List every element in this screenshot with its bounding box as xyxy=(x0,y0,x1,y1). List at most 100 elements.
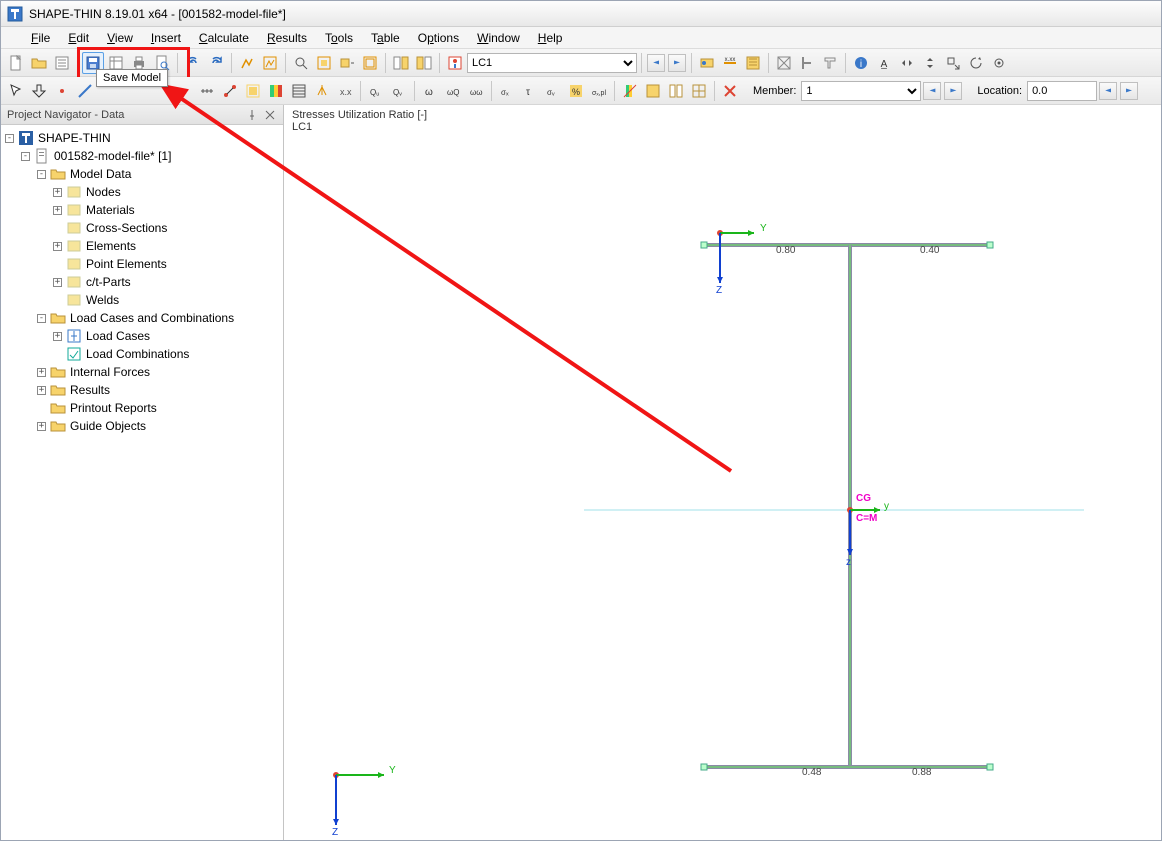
tree-expander[interactable]: - xyxy=(37,170,46,179)
legend-button[interactable] xyxy=(619,80,641,102)
location-prev-button[interactable]: ◄ xyxy=(1099,82,1117,100)
menu-view[interactable]: View xyxy=(99,29,141,47)
info-button[interactable]: i xyxy=(850,52,872,74)
tree-item[interactable]: +Load Cases xyxy=(3,327,281,345)
location-input[interactable] xyxy=(1027,81,1097,101)
mirror-h-icon[interactable] xyxy=(896,52,918,74)
tree-item[interactable]: +Nodes xyxy=(3,183,281,201)
qu-button[interactable]: Qᵤ xyxy=(365,80,387,102)
tree-expander[interactable]: - xyxy=(21,152,30,161)
section-button[interactable] xyxy=(819,52,841,74)
show-whole-button[interactable] xyxy=(313,52,335,74)
deform-button[interactable] xyxy=(242,80,264,102)
ratio-button[interactable]: % xyxy=(565,80,587,102)
result-values-button[interactable] xyxy=(742,52,764,74)
tree-item[interactable]: +c/t-Parts xyxy=(3,273,281,291)
line-button[interactable] xyxy=(74,80,96,102)
lc-prev-button[interactable]: ◄ xyxy=(647,54,665,72)
tree-item[interactable]: +Results xyxy=(3,381,281,399)
tau-button[interactable]: τ xyxy=(519,80,541,102)
iso-button[interactable]: x.x xyxy=(334,80,356,102)
weld-button[interactable] xyxy=(796,52,818,74)
omega2-button[interactable]: ωQ xyxy=(442,80,464,102)
tree-expander[interactable]: + xyxy=(53,332,62,341)
sigma-v-button[interactable]: σᵥ xyxy=(542,80,564,102)
tree-expander[interactable]: - xyxy=(5,134,14,143)
calculate-button[interactable] xyxy=(236,52,258,74)
tree-expander[interactable]: + xyxy=(53,242,62,251)
node-settings-button[interactable] xyxy=(988,52,1010,74)
tree-item[interactable]: Point Elements xyxy=(3,255,281,273)
qv-button[interactable]: Qᵥ xyxy=(388,80,410,102)
open-button[interactable] xyxy=(28,52,50,74)
menu-file[interactable]: File xyxy=(23,29,58,47)
lc-select[interactable]: LC1 xyxy=(467,53,637,73)
scale-icon[interactable] xyxy=(942,52,964,74)
lc-next-button[interactable]: ► xyxy=(668,54,686,72)
results-panel-button[interactable] xyxy=(642,80,664,102)
contour-button[interactable] xyxy=(265,80,287,102)
menu-options[interactable]: Options xyxy=(410,29,467,47)
window-toggle-button[interactable] xyxy=(359,52,381,74)
tree-item[interactable]: Printout Reports xyxy=(3,399,281,417)
k-button[interactable]: A̲ xyxy=(873,52,895,74)
omega3-button[interactable]: ωω xyxy=(465,80,487,102)
redo-button[interactable] xyxy=(205,52,227,74)
arrows-button[interactable] xyxy=(311,80,333,102)
tree-item[interactable]: Welds xyxy=(3,291,281,309)
red-x-button[interactable] xyxy=(719,80,741,102)
menu-tools[interactable]: Tools xyxy=(317,29,361,47)
tables-right-button[interactable] xyxy=(413,52,435,74)
tree-item[interactable]: +Guide Objects xyxy=(3,417,281,435)
texture-button[interactable] xyxy=(288,80,310,102)
navigator-close-icon[interactable] xyxy=(263,108,277,122)
tree-item[interactable]: +Internal Forces xyxy=(3,363,281,381)
member-prev-button[interactable]: ◄ xyxy=(923,82,941,100)
measure-button[interactable] xyxy=(196,80,218,102)
tree-item[interactable]: Cross-Sections xyxy=(3,219,281,237)
tree-expander[interactable]: + xyxy=(53,188,62,197)
tree-expander[interactable]: + xyxy=(53,278,62,287)
zoom-all-button[interactable] xyxy=(290,52,312,74)
omega-button[interactable]: ω xyxy=(419,80,441,102)
menu-table[interactable]: Table xyxy=(363,29,408,47)
undo-button[interactable] xyxy=(182,52,204,74)
tree-expander[interactable]: + xyxy=(37,386,46,395)
member-select[interactable]: 1 xyxy=(801,81,921,101)
menu-help[interactable]: Help xyxy=(530,29,571,47)
tree-item[interactable]: -001582-model-file* [1] xyxy=(3,147,281,165)
sigma-x-button[interactable]: σₓ xyxy=(496,80,518,102)
node-button[interactable] xyxy=(51,80,73,102)
menu-edit[interactable]: Edit xyxy=(60,29,97,47)
tree-expander[interactable]: + xyxy=(37,368,46,377)
rotate-icon[interactable] xyxy=(965,52,987,74)
tree-item[interactable]: Load Combinations xyxy=(3,345,281,363)
navigator-tree[interactable]: -SHAPE-THIN-001582-model-file* [1]-Model… xyxy=(1,125,283,840)
tree-expander[interactable]: + xyxy=(37,422,46,431)
select-button[interactable] xyxy=(5,80,27,102)
member-next-button[interactable]: ► xyxy=(944,82,962,100)
sigma-pl-button[interactable]: σₓ,pl xyxy=(588,80,610,102)
toggle-results-button[interactable]: x.xx xyxy=(719,52,741,74)
menu-insert[interactable]: Insert xyxy=(143,29,189,47)
graphics-canvas[interactable]: Stresses Utilization Ratio [-] LC1 xyxy=(284,105,1161,840)
grid-button[interactable] xyxy=(688,80,710,102)
tree-item[interactable]: +Materials xyxy=(3,201,281,219)
menu-results[interactable]: Results xyxy=(259,29,315,47)
calc-with-params-button[interactable] xyxy=(259,52,281,74)
location-next-button[interactable]: ► xyxy=(1120,82,1138,100)
navigator-pin-icon[interactable] xyxy=(245,108,259,122)
prev-view-button[interactable] xyxy=(336,52,358,74)
split-button[interactable] xyxy=(665,80,687,102)
result-type-button[interactable] xyxy=(696,52,718,74)
menu-calculate[interactable]: Calculate xyxy=(191,29,257,47)
mirror-v-icon[interactable] xyxy=(919,52,941,74)
tree-item[interactable]: -SHAPE-THIN xyxy=(3,129,281,147)
tree-item[interactable]: -Model Data xyxy=(3,165,281,183)
c-t-button[interactable] xyxy=(773,52,795,74)
tree-expander[interactable]: + xyxy=(53,206,62,215)
snap-button[interactable] xyxy=(219,80,241,102)
pan-button[interactable] xyxy=(28,80,50,102)
tables-left-button[interactable] xyxy=(390,52,412,74)
tree-item[interactable]: +Elements xyxy=(3,237,281,255)
